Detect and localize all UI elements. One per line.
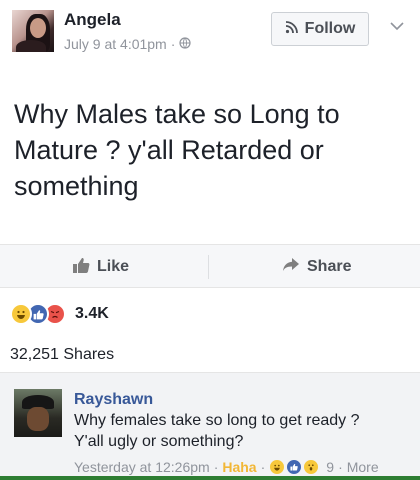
post-timestamp[interactable]: July 9 at 4:01pm [64,36,167,52]
comment-line-2: Y'all ugly or something? [74,433,244,450]
wow-reaction-icon [303,459,320,475]
post-author[interactable]: Angela [64,10,121,30]
comment-text: Why females take so long to get ready ? … [74,410,414,452]
like-button[interactable]: Like [72,245,129,289]
chevron-down-icon[interactable] [389,18,407,32]
action-bar: Like Share [0,244,420,288]
like-label: Like [97,258,130,275]
action-divider [208,255,209,279]
shares-count[interactable]: 32,251 Shares [10,346,114,364]
comment-reaction-count[interactable]: 9 [326,459,334,475]
more-link[interactable]: More [347,459,379,475]
follow-label: Follow [304,20,356,37]
post-meta: July 9 at 4:01pm · [64,36,192,52]
comment: Rayshawn Why females take so long to get… [0,372,420,480]
meta-separator: · [213,459,219,475]
meta-separator: · [260,459,266,475]
globe-icon [179,36,192,52]
thumbs-up-icon [72,256,90,279]
author-avatar[interactable] [12,10,54,52]
commenter-avatar[interactable] [14,389,62,437]
post-header: Angela July 9 at 4:01pm · Follow [0,0,420,80]
follow-button[interactable]: Follow [271,12,369,46]
reaction-count: 3.4K [75,305,109,322]
meta-separator: · [338,459,343,475]
reactions-summary[interactable]: 3.4K [10,302,109,326]
share-arrow-icon [282,257,300,278]
comment-meta: Yesterday at 12:26pm · Haha · 9 · More [74,459,379,475]
share-label: Share [307,258,352,275]
comment-author[interactable]: Rayshawn [74,391,153,409]
haha-reaction-icon [269,459,286,475]
comment-timestamp[interactable]: Yesterday at 12:26pm [74,459,210,475]
share-button[interactable]: Share [282,245,351,289]
comment-line-1: Why females take so long to get ready ? [74,412,360,429]
meta-separator: · [170,36,176,52]
comment-haha-button[interactable]: Haha [222,459,256,475]
haha-reaction-icon [10,303,32,325]
bottom-border [0,476,420,480]
like-reaction-icon [286,459,303,475]
post-text: Why Males take so Long to Mature ? y'all… [14,99,340,201]
rss-icon [285,20,299,39]
